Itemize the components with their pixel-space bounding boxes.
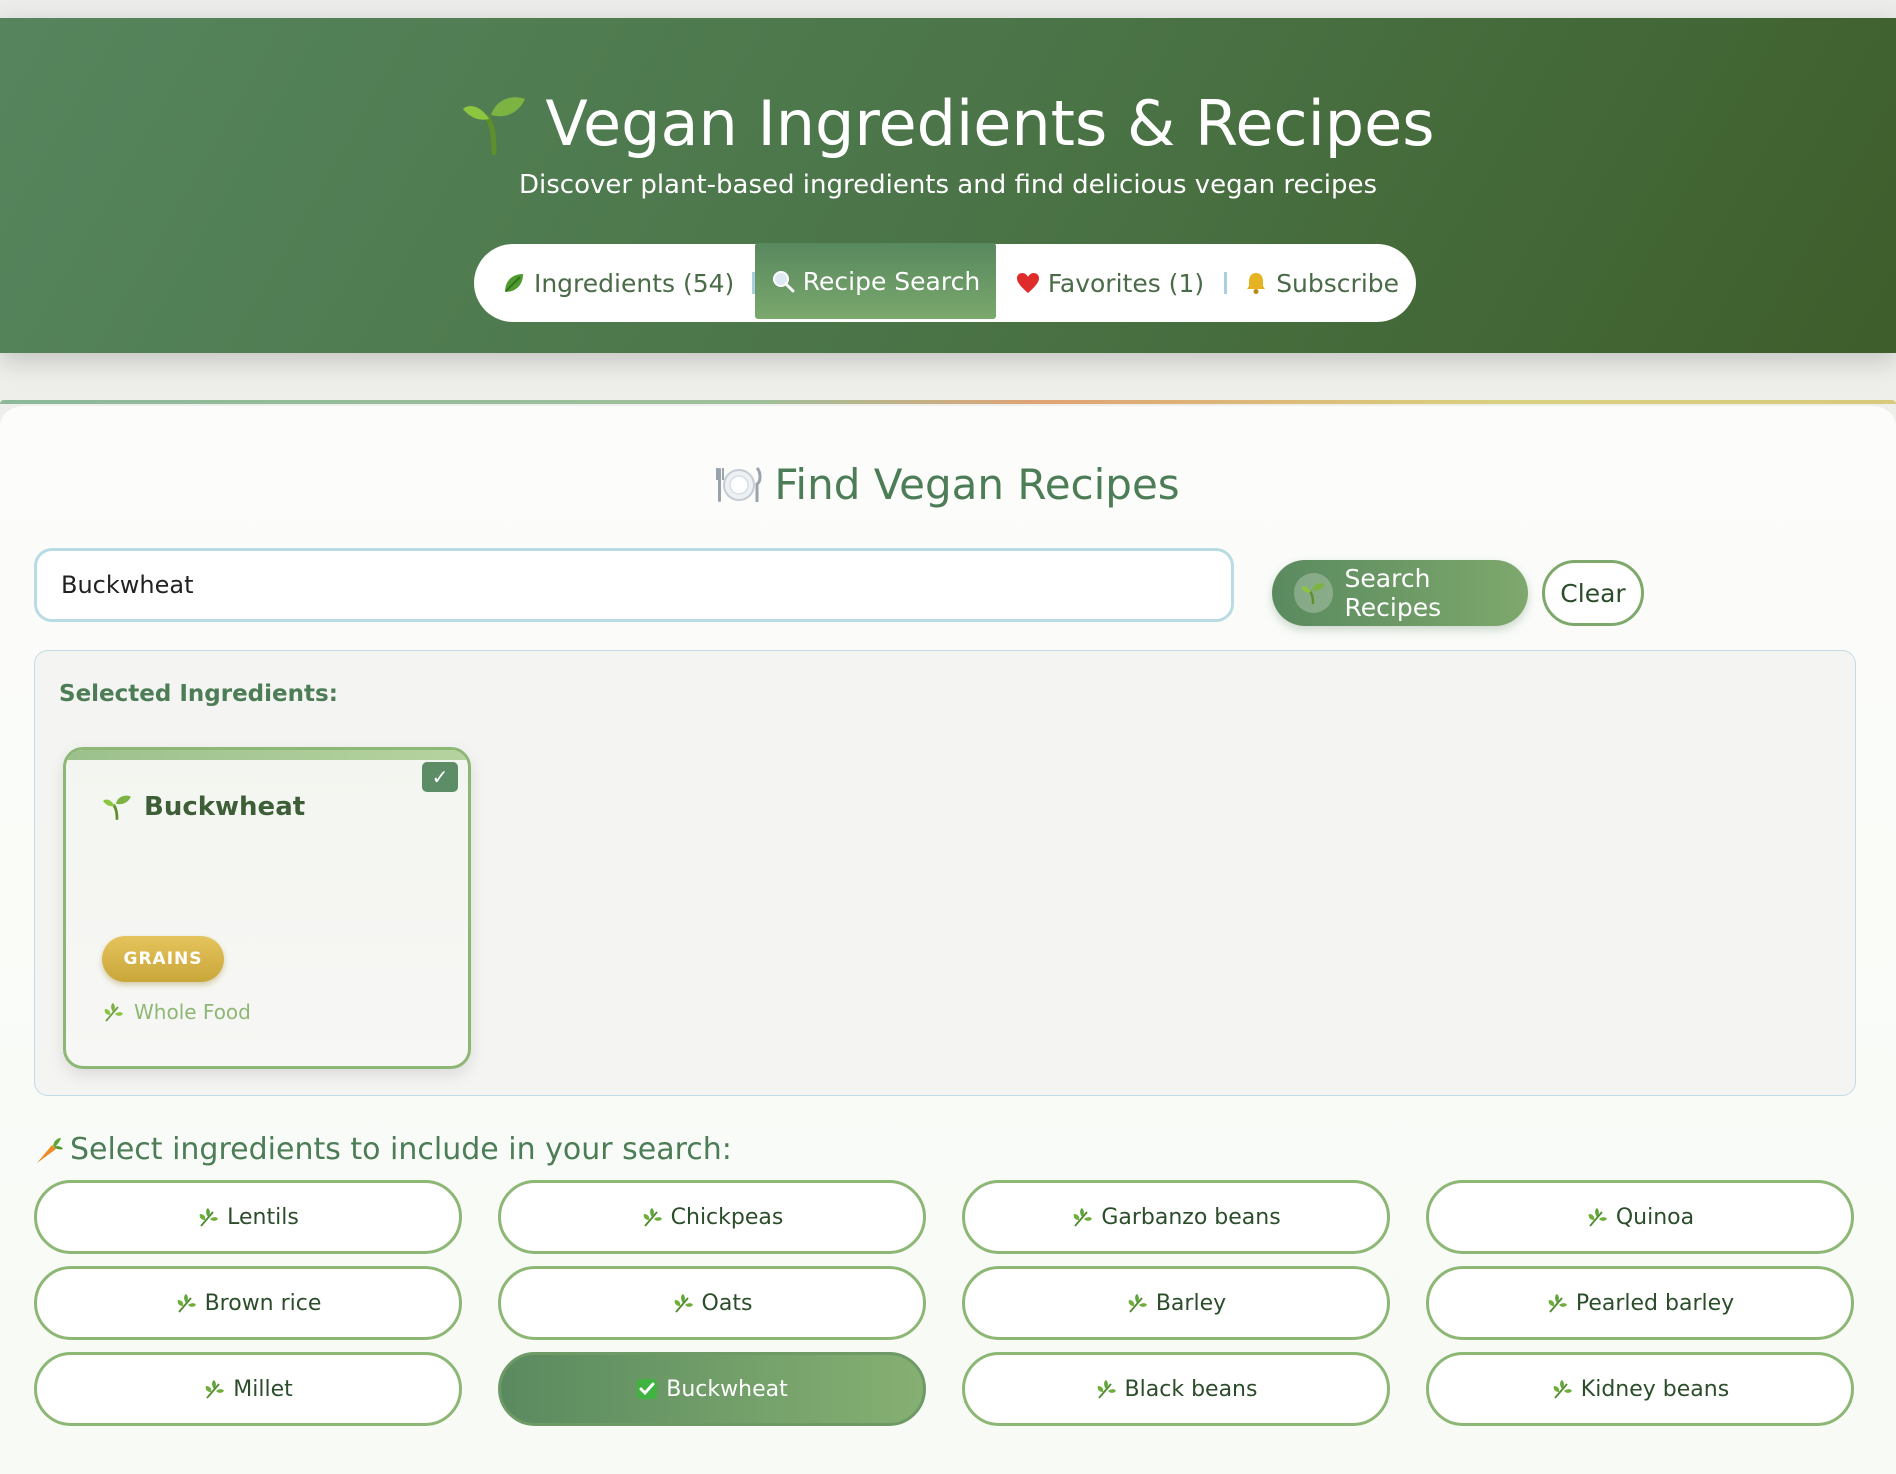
search-recipes-button[interactable]: Search Recipes	[1272, 560, 1528, 626]
herb-icon	[104, 1003, 123, 1022]
ingredient-chip-label: Chickpeas	[670, 1204, 784, 1230]
ingredient-chip-label: Barley	[1155, 1290, 1227, 1316]
ingredient-chip-label: Quinoa	[1615, 1204, 1695, 1230]
ingredient-chip-label: Pearled barley	[1575, 1290, 1735, 1316]
ingredient-chip[interactable]: Black beans	[962, 1352, 1390, 1426]
ingredient-chip-label: Brown rice	[204, 1290, 322, 1316]
tab-subscribe[interactable]: Subscribe	[1227, 244, 1416, 322]
ingredient-name: Buckwheat	[102, 792, 305, 822]
sprout-icon	[463, 97, 526, 155]
leaf-icon	[504, 274, 523, 292]
herb-icon	[177, 1294, 196, 1313]
tab-favorites[interactable]: Favorites (1)	[996, 244, 1225, 322]
ingredient-chip-label: Buckwheat	[666, 1376, 788, 1402]
ingredient-chip[interactable]: Barley	[962, 1266, 1390, 1340]
recipe-search-title: Find Vegan Recipes	[0, 460, 1896, 509]
heart-icon	[1016, 273, 1039, 293]
herb-icon	[205, 1380, 225, 1399]
ingredient-chip[interactable]: Chickpeas	[498, 1180, 926, 1254]
herb-icon	[1553, 1380, 1572, 1399]
tab-ingredients[interactable]: Ingredients (54)	[474, 244, 752, 322]
ingredient-chip-label: Oats	[701, 1290, 753, 1316]
herb-icon	[199, 1208, 219, 1227]
ingredient-chip-label: Millet	[233, 1376, 293, 1402]
top-strip	[0, 0, 1896, 18]
herb-icon	[674, 1294, 693, 1313]
herb-icon	[1128, 1294, 1147, 1313]
card-accent-bar	[66, 750, 468, 760]
ingredient-chip[interactable]: Lentils	[34, 1180, 462, 1254]
tab-recipe-search[interactable]: Recipe Search	[755, 243, 996, 319]
herb-icon	[1073, 1208, 1093, 1227]
ingredient-chip[interactable]: Oats	[498, 1266, 926, 1340]
page-subtitle: Discover plant-based ingredients and fin…	[518, 170, 1378, 200]
app-header: Vegan Ingredients & Recipes Discover pla…	[0, 18, 1896, 353]
herb-icon	[1097, 1380, 1116, 1399]
ingredient-chip-label: Kidney beans	[1580, 1376, 1730, 1402]
carrot-icon	[37, 1137, 63, 1163]
page-title: Vegan Ingredients & Recipes	[0, 88, 1896, 160]
selected-ingredients-label: Selected Ingredients:	[59, 681, 338, 707]
ingredient-search-input[interactable]	[34, 548, 1234, 622]
checkbox-checked-icon	[637, 1379, 658, 1399]
ingredient-chip[interactable]: Brown rice	[34, 1266, 462, 1340]
ingredient-chip[interactable]: Quinoa	[1426, 1180, 1854, 1254]
plate-cutlery-icon	[716, 466, 762, 502]
ingredient-grid: Lentils Chickpeas Garbanzo beans Quinoa Brow…	[34, 1180, 1856, 1426]
sprout-icon	[103, 795, 131, 820]
clear-button[interactable]: Clear	[1542, 560, 1644, 626]
selected-ingredient-card[interactable]: ✓ Buckwheat GRAINS Whole Food	[63, 747, 471, 1069]
herb-icon	[1548, 1294, 1567, 1313]
herb-icon	[1588, 1208, 1607, 1227]
check-icon: ✓	[422, 762, 458, 792]
page-title-text: Vegan Ingredients & Recipes	[545, 87, 1435, 160]
category-badge: GRAINS	[102, 936, 224, 982]
magnifier-icon	[772, 271, 795, 293]
whole-food-tag: Whole Food	[102, 1000, 251, 1024]
sprout-icon	[1294, 573, 1333, 613]
ingredient-chip[interactable]: Millet	[34, 1352, 462, 1426]
ingredient-picker-title: Select ingredients to include in your se…	[34, 1132, 732, 1167]
bell-icon	[1247, 273, 1266, 294]
ingredient-chip[interactable]: Garbanzo beans	[962, 1180, 1390, 1254]
ingredient-chip-label: Lentils	[227, 1204, 299, 1230]
main-tabs: Ingredients (54) Recipe Search Favorites…	[474, 243, 1416, 322]
ingredient-chip[interactable]: Buckwheat	[498, 1352, 926, 1426]
selected-ingredients-panel: Selected Ingredients: ✓ Buckwheat GRAINS…	[34, 650, 1856, 1096]
ingredient-chip[interactable]: Kidney beans	[1426, 1352, 1854, 1426]
ingredient-chip[interactable]: Pearled barley	[1426, 1266, 1854, 1340]
herb-icon	[643, 1208, 662, 1227]
ingredient-chip-label: Black beans	[1124, 1376, 1258, 1402]
ingredient-chip-label: Garbanzo beans	[1101, 1204, 1281, 1230]
